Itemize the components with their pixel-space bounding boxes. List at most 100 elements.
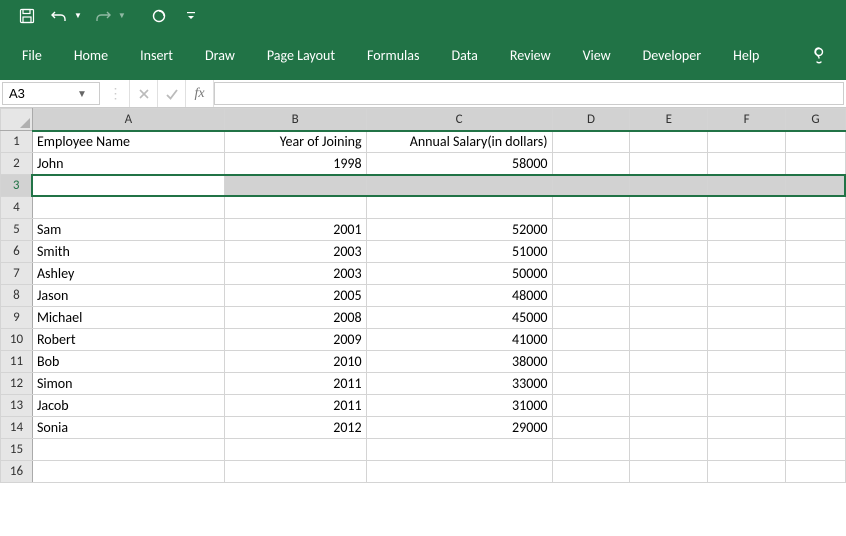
cell-F2[interactable]	[708, 153, 786, 175]
cell-F4[interactable]	[708, 197, 786, 219]
customize-qat-icon[interactable]	[186, 11, 196, 21]
column-header-e[interactable]: E	[630, 109, 708, 131]
cell-E2[interactable]	[630, 153, 708, 175]
cell-B8[interactable]: 2005	[224, 285, 366, 307]
cell-C5[interactable]: 52000	[366, 219, 552, 241]
cell-F1[interactable]	[708, 131, 786, 153]
cell-D5[interactable]	[552, 219, 630, 241]
cell-F9[interactable]	[708, 307, 786, 329]
cell-D14[interactable]	[552, 417, 630, 439]
cell-G11[interactable]	[786, 351, 846, 373]
cell-F8[interactable]	[708, 285, 786, 307]
cell-D7[interactable]	[552, 263, 630, 285]
cell-G15[interactable]	[786, 439, 846, 461]
column-header-b[interactable]: B	[224, 109, 366, 131]
cell-B11[interactable]: 2010	[224, 351, 366, 373]
tab-insert[interactable]: Insert	[126, 41, 187, 70]
tab-review[interactable]: Review	[496, 41, 565, 70]
cell-G16[interactable]	[786, 461, 846, 483]
cell-B5[interactable]: 2001	[224, 219, 366, 241]
cell-G3[interactable]	[786, 175, 846, 197]
cell-G4[interactable]	[786, 197, 846, 219]
cell-E13[interactable]	[630, 395, 708, 417]
cell-C6[interactable]: 51000	[366, 241, 552, 263]
row-header-10[interactable]: 10	[1, 329, 33, 351]
row-header-15[interactable]: 15	[1, 439, 33, 461]
cell-D16[interactable]	[552, 461, 630, 483]
touch-mode-icon[interactable]	[148, 5, 170, 27]
cell-A2[interactable]: John	[32, 153, 224, 175]
cell-F3[interactable]	[708, 175, 786, 197]
cell-B12[interactable]: 2011	[224, 373, 366, 395]
tab-data[interactable]: Data	[437, 41, 491, 70]
tab-formulas[interactable]: Formulas	[353, 41, 433, 70]
insert-function-button[interactable]: fx	[186, 80, 214, 107]
column-header-c[interactable]: C	[366, 109, 552, 131]
column-header-f[interactable]: F	[708, 109, 786, 131]
row-header-9[interactable]: 9	[1, 307, 33, 329]
cell-B6[interactable]: 2003	[224, 241, 366, 263]
cell-C8[interactable]: 48000	[366, 285, 552, 307]
cell-F15[interactable]	[708, 439, 786, 461]
cell-B9[interactable]: 2008	[224, 307, 366, 329]
row-header-12[interactable]: 12	[1, 373, 33, 395]
cell-G5[interactable]	[786, 219, 846, 241]
cell-B10[interactable]: 2009	[224, 329, 366, 351]
select-all-corner[interactable]	[1, 109, 33, 131]
row-header-13[interactable]: 13	[1, 395, 33, 417]
cell-G7[interactable]	[786, 263, 846, 285]
row-header-7[interactable]: 7	[1, 263, 33, 285]
tab-view[interactable]: View	[569, 41, 625, 70]
cell-B4[interactable]	[224, 197, 366, 219]
enter-icon[interactable]	[158, 80, 186, 107]
cell-C3[interactable]	[366, 175, 552, 197]
cell-A1[interactable]: Employee Name	[32, 131, 224, 153]
cell-A16[interactable]	[32, 461, 224, 483]
cell-D12[interactable]	[552, 373, 630, 395]
cell-G9[interactable]	[786, 307, 846, 329]
cell-A10[interactable]: Robert	[32, 329, 224, 351]
redo-icon[interactable]	[92, 5, 114, 27]
cell-D9[interactable]	[552, 307, 630, 329]
cell-G8[interactable]	[786, 285, 846, 307]
spreadsheet-grid[interactable]: ABCDEFG1Employee NameYear of JoiningAnnu…	[0, 108, 846, 483]
cell-A6[interactable]: Smith	[32, 241, 224, 263]
save-icon[interactable]	[16, 5, 38, 27]
undo-icon[interactable]	[48, 5, 70, 27]
cell-A9[interactable]: Michael	[32, 307, 224, 329]
cell-C7[interactable]: 50000	[366, 263, 552, 285]
redo-dropdown-icon[interactable]: ▼	[118, 11, 126, 21]
tab-file[interactable]: File	[8, 41, 56, 70]
cell-C14[interactable]: 29000	[366, 417, 552, 439]
name-box-dropdown-icon[interactable]: ▼	[73, 87, 91, 100]
cell-D3[interactable]	[552, 175, 630, 197]
cell-A4[interactable]	[32, 197, 224, 219]
cell-D15[interactable]	[552, 439, 630, 461]
name-box[interactable]	[3, 84, 73, 103]
cell-E4[interactable]	[630, 197, 708, 219]
cell-D13[interactable]	[552, 395, 630, 417]
cell-B1[interactable]: Year of Joining	[224, 131, 366, 153]
cell-G14[interactable]	[786, 417, 846, 439]
cell-E5[interactable]	[630, 219, 708, 241]
row-header-6[interactable]: 6	[1, 241, 33, 263]
column-header-a[interactable]: A	[32, 109, 224, 131]
cell-D1[interactable]	[552, 131, 630, 153]
cell-F14[interactable]	[708, 417, 786, 439]
tab-home[interactable]: Home	[60, 41, 122, 70]
cell-F10[interactable]	[708, 329, 786, 351]
row-header-1[interactable]: 1	[1, 131, 33, 153]
cell-B15[interactable]	[224, 439, 366, 461]
undo-dropdown-icon[interactable]: ▼	[74, 11, 82, 21]
cell-A13[interactable]: Jacob	[32, 395, 224, 417]
cell-C15[interactable]	[366, 439, 552, 461]
cell-G1[interactable]	[786, 131, 846, 153]
cell-F13[interactable]	[708, 395, 786, 417]
cell-C11[interactable]: 38000	[366, 351, 552, 373]
cell-E15[interactable]	[630, 439, 708, 461]
cell-B14[interactable]: 2012	[224, 417, 366, 439]
cell-B13[interactable]: 2011	[224, 395, 366, 417]
row-header-14[interactable]: 14	[1, 417, 33, 439]
column-header-d[interactable]: D	[552, 109, 630, 131]
cell-A11[interactable]: Bob	[32, 351, 224, 373]
